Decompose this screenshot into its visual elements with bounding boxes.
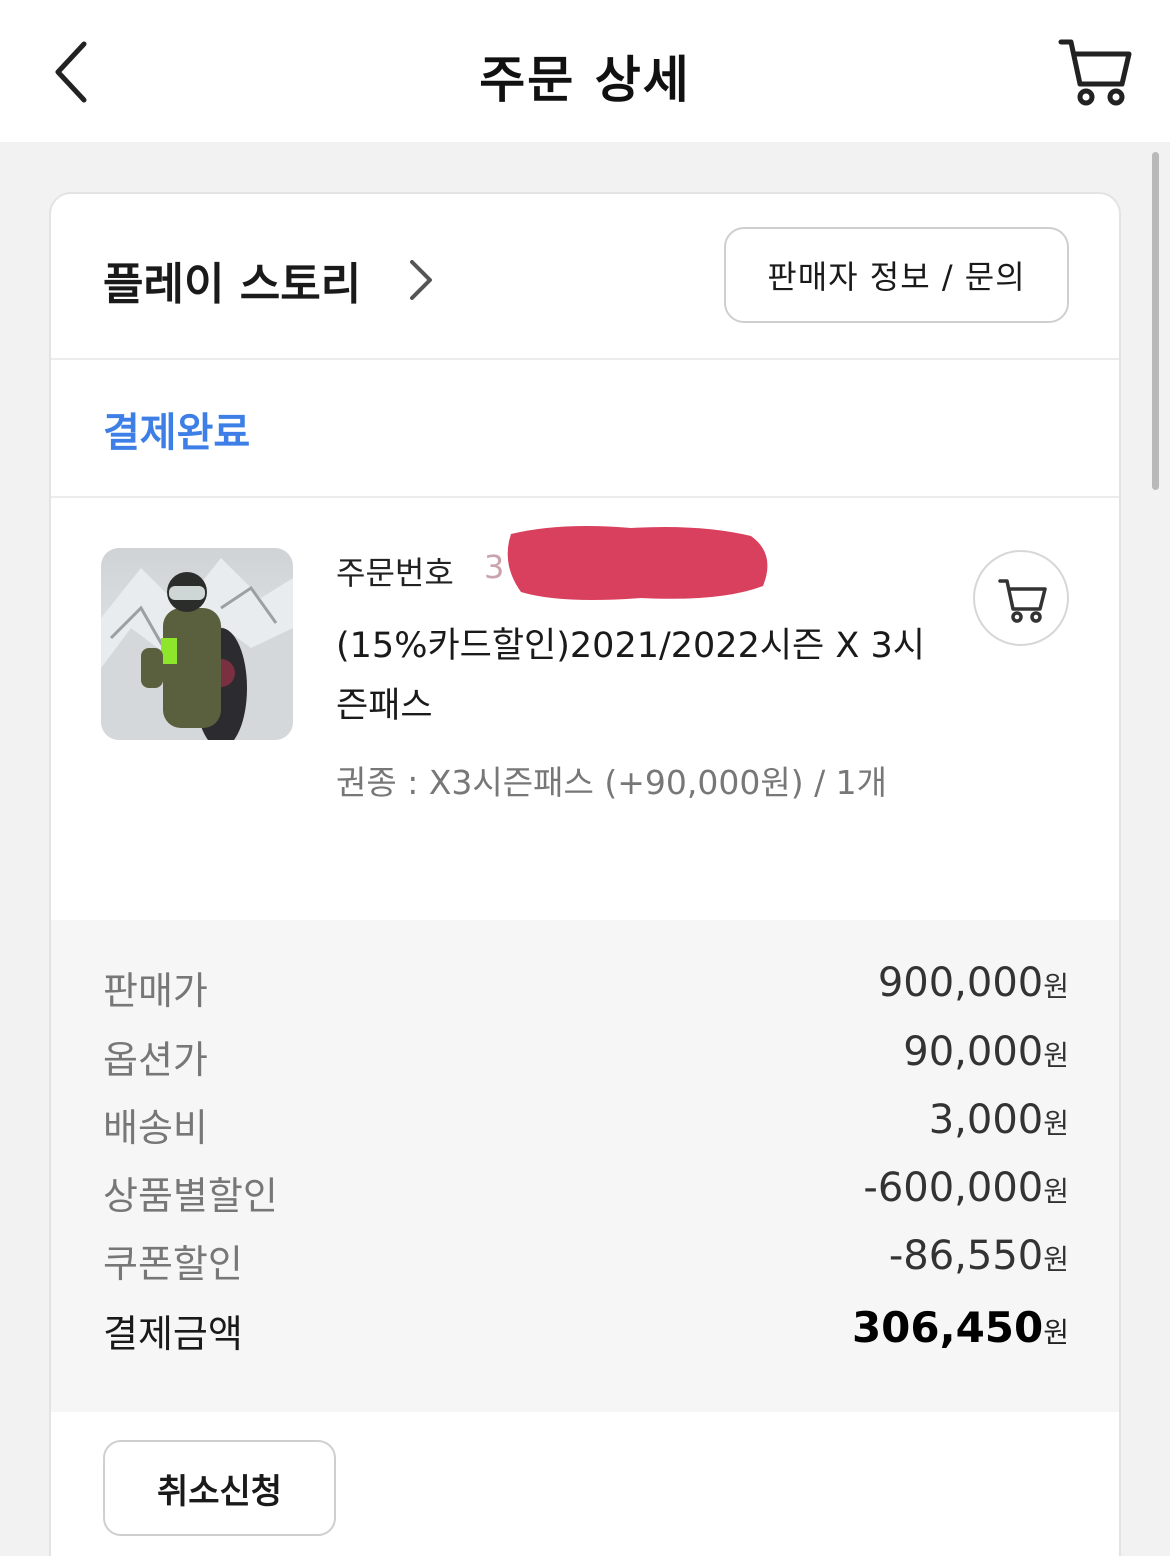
total-price-row: 결제금액 306,450원 — [103, 1303, 1069, 1363]
price-value: -86,550원 — [888, 1233, 1069, 1279]
price-label: 판매가 — [103, 969, 208, 1013]
price-value: -600,000원 — [863, 1165, 1069, 1211]
add-to-cart-button[interactable] — [973, 550, 1069, 646]
price-label: 상품별할인 — [103, 1174, 278, 1218]
cancel-request-button[interactable]: 취소신청 — [103, 1440, 336, 1536]
price-value: 90,000원 — [903, 1029, 1069, 1075]
cart-icon — [998, 579, 1047, 623]
seller-row: 플레이 스토리 판매자 정보 / 문의 — [51, 194, 1119, 360]
product-name[interactable]: (15%카드할인)2021/2022시즌 X 3시즌패스 — [336, 616, 956, 736]
chevron-right-icon[interactable] — [406, 258, 436, 302]
product-thumbnail[interactable] — [101, 548, 293, 740]
redaction-mark — [507, 526, 768, 600]
product-option: 권종 : X3시즌패스 (+90,000원) / 1개 — [336, 763, 888, 802]
order-status-row: 결제완료 — [51, 360, 1119, 498]
cart-icon — [1058, 39, 1132, 106]
price-label: 쿠폰할인 — [103, 1242, 243, 1286]
price-row: 옵션가 90,000원 — [103, 1029, 1069, 1089]
order-number-label: 주문번호 — [336, 554, 454, 592]
page-title: 주문 상세 — [479, 51, 691, 109]
seller-name[interactable]: 플레이 스토리 — [103, 248, 361, 312]
price-label: 배송비 — [103, 1106, 208, 1150]
scrollbar-thumb[interactable] — [1152, 152, 1159, 490]
cart-button[interactable] — [1058, 34, 1134, 110]
price-row: 배송비 3,000원 — [103, 1097, 1069, 1157]
total-value: 306,450원 — [851, 1303, 1069, 1352]
order-item: 주문번호 3 (15%카드할인)2021/2022시즌 X 3시즌패스 권종 :… — [51, 498, 1119, 920]
top-bar: 주문 상세 — [0, 0, 1170, 142]
product-image — [101, 548, 293, 740]
price-value: 900,000원 — [877, 960, 1069, 1006]
order-card: 플레이 스토리 판매자 정보 / 문의 결제완료 주문번호 3 (15%카드할인… — [49, 192, 1121, 1556]
price-row: 상품별할인 -600,000원 — [103, 1165, 1069, 1225]
total-label: 결제금액 — [103, 1312, 243, 1356]
order-status: 결제완료 — [103, 410, 251, 456]
price-summary: 판매가 900,000원 옵션가 90,000원 배송비 3,000원 상품별할… — [51, 920, 1119, 1412]
price-row: 쿠폰할인 -86,550원 — [103, 1233, 1069, 1293]
price-value: 3,000원 — [928, 1097, 1069, 1143]
seller-info-button[interactable]: 판매자 정보 / 문의 — [724, 227, 1069, 323]
price-label: 옵션가 — [103, 1038, 208, 1082]
price-row: 판매가 900,000원 — [103, 960, 1069, 1020]
